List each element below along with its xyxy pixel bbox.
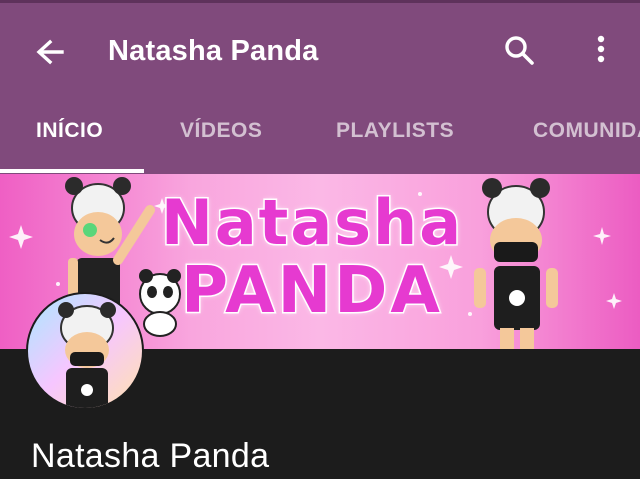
channel-name: Natasha Panda [31,437,270,475]
more-vert-icon [597,35,605,63]
tab-playlists[interactable]: PLAYLISTS [336,96,454,174]
tab-videos[interactable]: VÍDEOS [180,96,262,174]
tab-inicio[interactable]: INÍCIO [36,96,103,174]
channel-tabs: INÍCIO VÍDEOS PLAYLISTS COMUNIDADE [0,96,640,174]
arrow-back-icon [36,39,64,65]
banner-title-line1: Natasha [159,185,464,261]
back-button[interactable] [28,31,72,75]
page-title: Natasha Panda [108,35,319,67]
avatar-artwork [58,302,116,408]
more-options-button[interactable] [586,29,616,73]
tab-comunidade[interactable]: COMUNIDADE [533,96,640,174]
channel-avatar[interactable] [26,292,144,410]
active-tab-indicator [0,169,144,173]
search-icon [505,36,534,65]
app-bar: Natasha Panda [0,0,640,96]
search-button[interactable] [498,29,542,73]
